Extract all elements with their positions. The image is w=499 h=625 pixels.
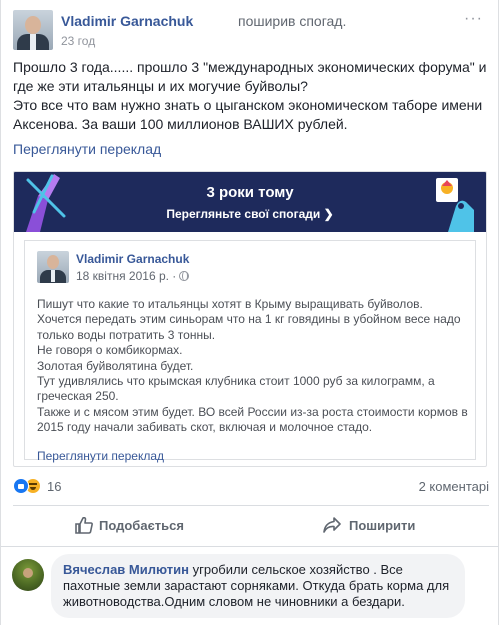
pencil-illustration-icon [26, 174, 66, 232]
original-text-line: Тут удивлялись что крымская клубника сто… [37, 374, 435, 389]
post-actions: Подобається Поширити [13, 507, 489, 543]
original-date-text: 18 квітня 2016 р. · [76, 269, 177, 283]
shared-memory-post: Vladimir Garnachuk поширив спогад. 23 го… [0, 0, 499, 625]
original-post-text: Пишут что какие то итальянцы хотят в Кры… [37, 297, 468, 436]
thumbs-up-icon [75, 517, 93, 534]
divider [1, 546, 499, 547]
share-button[interactable]: Поширити [251, 507, 489, 543]
comment-text-line: угробили сельское хозяйство . Все [188, 562, 403, 577]
more-options-icon[interactable]: ··· [464, 10, 483, 28]
commenter-name[interactable]: Вячеслав Милютин [63, 562, 189, 577]
post-stats: 16 2 коментарі [13, 476, 489, 496]
divider [13, 505, 489, 506]
original-post[interactable]: Vladimir Garnachuk 18 квітня 2016 р. · П… [24, 240, 476, 463]
post-header: Vladimir Garnachuk поширив спогад. 23 го… [13, 10, 483, 50]
view-memories-link[interactable]: Перегляньте свої спогади ❯ [14, 207, 486, 221]
original-text-line: Хочется передать этим синьорам что на 1 … [37, 312, 461, 327]
original-author-name[interactable]: Vladimir Garnachuk [76, 252, 189, 266]
original-author-avatar[interactable] [37, 251, 69, 283]
original-text-line: Также и с мясом этим будет. ВО всей Росс… [37, 404, 468, 419]
hand-card-illustration-icon [436, 178, 474, 232]
original-text-line: 2015 году начали забивать скот, включая … [37, 420, 373, 435]
commenter-avatar[interactable] [12, 559, 44, 591]
memory-card[interactable]: 3 роки тому Перегляньте свої спогади ❯ V… [13, 171, 487, 467]
like-label: Подобається [99, 518, 184, 533]
comment-bubble: Вячеслав Милютин угробили сельское хозяй… [51, 554, 465, 618]
post-message: Прошло 3 года...... прошло 3 "международ… [13, 58, 489, 134]
share-arrow-icon [323, 517, 341, 533]
original-post-date[interactable]: 18 квітня 2016 р. · [76, 269, 190, 283]
original-text-line: Не говоря о комбикормах. [37, 343, 183, 358]
comment-text-line: животноводства.Одним словом не чиновники… [63, 594, 405, 609]
original-text-line: только воды потратить 3 тонны. [37, 327, 216, 342]
post-message-line: Аксенова. За ваши 100 миллионов ВАШИХ ру… [13, 116, 348, 132]
post-message-line: Прошло 3 года...... прошло 3 "международ… [13, 59, 487, 75]
memory-banner[interactable]: 3 роки тому Перегляньте свої спогади ❯ [14, 172, 486, 232]
original-text-line: греческая 250. [37, 389, 119, 404]
post-action-text: поширив спогад. [238, 13, 347, 29]
author-avatar[interactable] [13, 10, 53, 50]
comments-count-link[interactable]: 2 коментарі [419, 479, 489, 494]
see-translation-link[interactable]: Переглянути переклад [13, 141, 161, 157]
author-name-link[interactable]: Vladimir Garnachuk [61, 13, 193, 29]
original-text-line: Золотая буйволятина будет. [37, 358, 194, 373]
original-text-line: Пишут что какие то итальянцы хотят в Кры… [37, 297, 423, 311]
public-globe-icon [179, 271, 190, 281]
original-see-translation-link[interactable]: Переглянути переклад [37, 449, 164, 463]
comment-text-line: пахотные земли зарастают сорняками. Отку… [63, 578, 450, 593]
post-timestamp[interactable]: 23 год [61, 34, 95, 48]
post-message-line: Это все что вам нужно знать о цыганском … [13, 97, 483, 113]
memory-years-ago: 3 роки тому [206, 184, 294, 201]
share-label: Поширити [349, 518, 416, 533]
like-reaction-icon[interactable] [13, 478, 29, 494]
post-message-line: где же эти итальянцы и их могучие буйвол… [13, 78, 308, 94]
like-button[interactable]: Подобається [13, 507, 251, 543]
reactions-count[interactable]: 16 [47, 479, 61, 494]
